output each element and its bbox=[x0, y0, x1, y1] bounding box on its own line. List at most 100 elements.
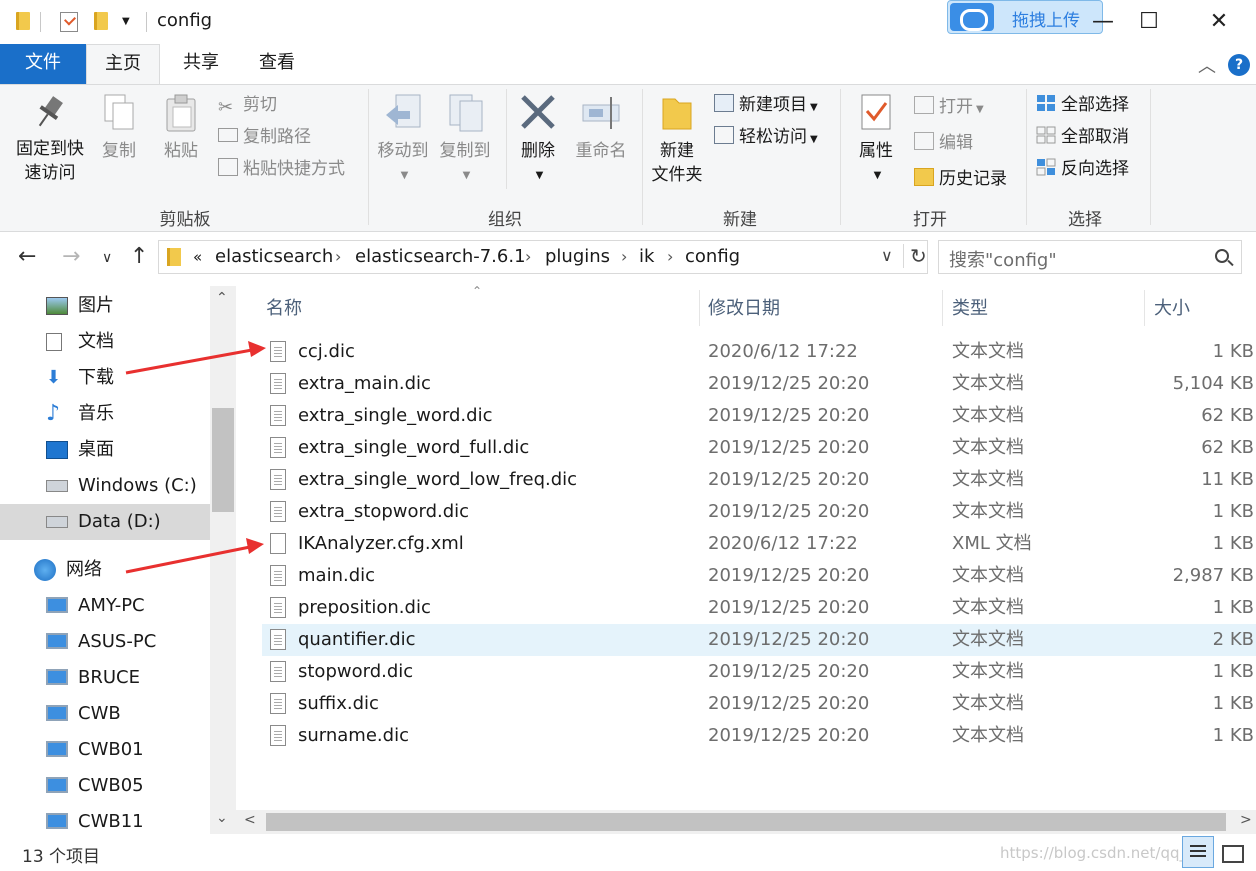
nav-item[interactable]: 桌面 bbox=[0, 432, 210, 468]
column-header-name[interactable]: 名称 bbox=[266, 294, 302, 320]
copy-path-button[interactable]: 复制路径 bbox=[218, 123, 311, 151]
file-row[interactable]: suffix.dic 2019/12/25 20:20 文本文档 1 KB bbox=[262, 688, 1256, 720]
up-arrow-icon[interactable]: ↑ bbox=[130, 244, 148, 269]
column-divider[interactable] bbox=[1144, 290, 1145, 326]
file-row[interactable]: quantifier.dic 2019/12/25 20:20 文本文档 2 KB bbox=[262, 624, 1256, 656]
new-folder-button[interactable]: 新建 文件夹 bbox=[646, 93, 708, 187]
column-divider[interactable] bbox=[942, 290, 943, 326]
breadcrumb-ik[interactable]: ik bbox=[639, 246, 654, 267]
edit-button[interactable]: 编辑 bbox=[914, 129, 973, 157]
scroll-up-icon[interactable]: ⌃ bbox=[216, 290, 228, 306]
close-button[interactable]: ✕ bbox=[1196, 6, 1242, 38]
nav-item[interactable]: 网络 bbox=[0, 552, 210, 588]
recent-locations-chevron-icon[interactable]: ∨ bbox=[102, 250, 112, 266]
details-view-icon[interactable] bbox=[1182, 836, 1214, 868]
file-row[interactable]: extra_single_word_low_freq.dic 2019/12/25… bbox=[262, 464, 1256, 496]
file-row[interactable]: preposition.dic 2019/12/25 20:20 文本文档 1 KB bbox=[262, 592, 1256, 624]
nav-item[interactable]: 文档 bbox=[0, 324, 210, 360]
breadcrumb-separator-icon[interactable]: › bbox=[525, 247, 531, 266]
nav-item[interactable]: Data (D:) bbox=[0, 504, 210, 540]
nav-item[interactable]: 图片 bbox=[0, 288, 210, 324]
text-file-icon bbox=[270, 501, 286, 522]
back-arrow-icon[interactable]: ← bbox=[18, 244, 36, 269]
large-icons-view-icon[interactable] bbox=[1218, 836, 1250, 868]
breadcrumb-elasticsearch-761[interactable]: elasticsearch-7.6.1 bbox=[355, 246, 526, 267]
file-row[interactable]: extra_single_word_full.dic 2019/12/25 20:… bbox=[262, 432, 1256, 464]
search-input[interactable]: 搜索"config" bbox=[938, 240, 1242, 274]
paste-button[interactable]: 粘贴 bbox=[156, 93, 206, 163]
nav-item[interactable]: ♪ 音乐 bbox=[0, 396, 210, 432]
file-row[interactable]: extra_stopword.dic 2019/12/25 20:20 文本文档 1 … bbox=[262, 496, 1256, 528]
invert-selection-label: 反向选择 bbox=[1061, 159, 1129, 179]
column-header-type[interactable]: 类型 bbox=[952, 294, 988, 320]
properties-quick-access-icon[interactable] bbox=[60, 12, 78, 32]
search-icon[interactable] bbox=[1215, 249, 1229, 263]
refresh-icon[interactable]: ↻ bbox=[903, 244, 927, 268]
address-history-chevron-icon[interactable]: ∨ bbox=[881, 246, 893, 265]
breadcrumb-separator-icon[interactable]: › bbox=[621, 247, 627, 266]
open-button[interactable]: 打开 ▼ bbox=[914, 93, 984, 121]
column-header-modified[interactable]: 修改日期 bbox=[708, 294, 780, 320]
scroll-left-icon[interactable]: < bbox=[244, 812, 256, 828]
navigation-pane-scrollbar[interactable]: ⌃ ⌄ bbox=[210, 286, 236, 834]
breadcrumb-separator-icon[interactable]: › bbox=[335, 247, 341, 266]
pin-to-quick-access-button[interactable]: 固定到快 速访问 bbox=[10, 93, 90, 185]
tab-home[interactable]: 主页 bbox=[86, 44, 160, 84]
file-row[interactable]: extra_single_word.dic 2019/12/25 20:20 文本文… bbox=[262, 400, 1256, 432]
file-row[interactable]: extra_main.dic 2019/12/25 20:20 文本文档 5,104 … bbox=[262, 368, 1256, 400]
nav-item[interactable]: ASUS-PC bbox=[0, 624, 210, 660]
select-all-button[interactable]: 全部选择 bbox=[1036, 91, 1129, 119]
move-to-button[interactable]: 移动到 ▼ bbox=[372, 93, 434, 183]
file-row[interactable]: ccj.dic 2020/6/12 17:22 文本文档 1 KB bbox=[262, 336, 1256, 368]
quick-access-dropdown-icon[interactable]: ▼ bbox=[122, 16, 130, 27]
breadcrumb-overflow-icon[interactable]: « bbox=[193, 248, 202, 266]
nav-item[interactable]: Windows (C:) bbox=[0, 468, 210, 504]
select-none-button[interactable]: 全部取消 bbox=[1036, 123, 1129, 151]
nav-item[interactable]: BRUCE bbox=[0, 660, 210, 696]
nav-item[interactable]: AMY-PC bbox=[0, 588, 210, 624]
minimize-button[interactable]: — bbox=[1080, 6, 1126, 38]
help-icon[interactable]: ? bbox=[1228, 54, 1250, 76]
history-button[interactable]: 历史记录 bbox=[914, 165, 1007, 193]
collapse-ribbon-icon[interactable]: ︿ bbox=[1198, 52, 1216, 78]
breadcrumb-config[interactable]: config bbox=[685, 246, 740, 267]
breadcrumb-plugins[interactable]: plugins bbox=[545, 246, 610, 267]
column-divider[interactable] bbox=[699, 290, 700, 326]
copy-button[interactable]: 复制 bbox=[96, 93, 142, 163]
cut-button[interactable]: ✂ 剪切 bbox=[218, 91, 277, 119]
file-name: surname.dic bbox=[298, 725, 409, 746]
horizontal-scrollbar[interactable]: < > bbox=[236, 810, 1256, 834]
scissors-icon: ✂ bbox=[218, 97, 234, 118]
file-row[interactable]: main.dic 2019/12/25 20:20 文本文档 2,987 KB bbox=[262, 560, 1256, 592]
forward-arrow-icon[interactable]: → bbox=[62, 244, 80, 269]
scroll-right-icon[interactable]: > bbox=[1240, 812, 1252, 828]
address-bar[interactable]: « elasticsearch › elasticsearch-7.6.1 › … bbox=[158, 240, 928, 274]
file-row[interactable]: surname.dic 2019/12/25 20:20 文本文档 1 KB bbox=[262, 720, 1256, 752]
nav-item[interactable]: ⬇ 下载 bbox=[0, 360, 210, 396]
new-item-button[interactable]: 新建项目 ▼ bbox=[714, 91, 818, 119]
file-name: stopword.dic bbox=[298, 661, 414, 682]
copy-to-button[interactable]: 复制到 ▼ bbox=[434, 93, 496, 183]
scroll-down-icon[interactable]: ⌄ bbox=[216, 810, 228, 826]
easy-access-button[interactable]: 轻松访问 ▼ bbox=[714, 123, 818, 151]
delete-button[interactable]: 删除 ▼ bbox=[512, 93, 564, 183]
properties-button[interactable]: 属性 ▼ bbox=[850, 93, 902, 183]
file-row[interactable]: IKAnalyzer.cfg.xml 2020/6/12 17:22 XML 文档 1… bbox=[262, 528, 1256, 560]
invert-selection-button[interactable]: 反向选择 bbox=[1036, 155, 1129, 183]
maximize-button[interactable]: ☐ bbox=[1126, 6, 1172, 38]
nav-item[interactable]: CWB01 bbox=[0, 732, 210, 768]
new-folder-quick-access-icon[interactable] bbox=[94, 12, 108, 30]
breadcrumb-separator-icon[interactable]: › bbox=[667, 247, 673, 266]
breadcrumb-elasticsearch[interactable]: elasticsearch bbox=[215, 246, 333, 267]
nav-item[interactable]: CWB bbox=[0, 696, 210, 732]
scrollbar-thumb[interactable] bbox=[266, 813, 1226, 831]
file-row[interactable]: stopword.dic 2019/12/25 20:20 文本文档 1 KB bbox=[262, 656, 1256, 688]
tab-view[interactable]: 查看 bbox=[242, 44, 312, 84]
tab-file[interactable]: 文件 bbox=[0, 44, 86, 84]
paste-shortcut-button[interactable]: 粘贴快捷方式 bbox=[218, 155, 345, 183]
scrollbar-thumb[interactable] bbox=[212, 408, 234, 512]
column-header-size[interactable]: 大小 bbox=[1154, 294, 1190, 320]
tab-share[interactable]: 共享 bbox=[166, 44, 236, 84]
nav-item[interactable]: CWB05 bbox=[0, 768, 210, 804]
rename-button[interactable]: 重命名 bbox=[570, 93, 632, 163]
